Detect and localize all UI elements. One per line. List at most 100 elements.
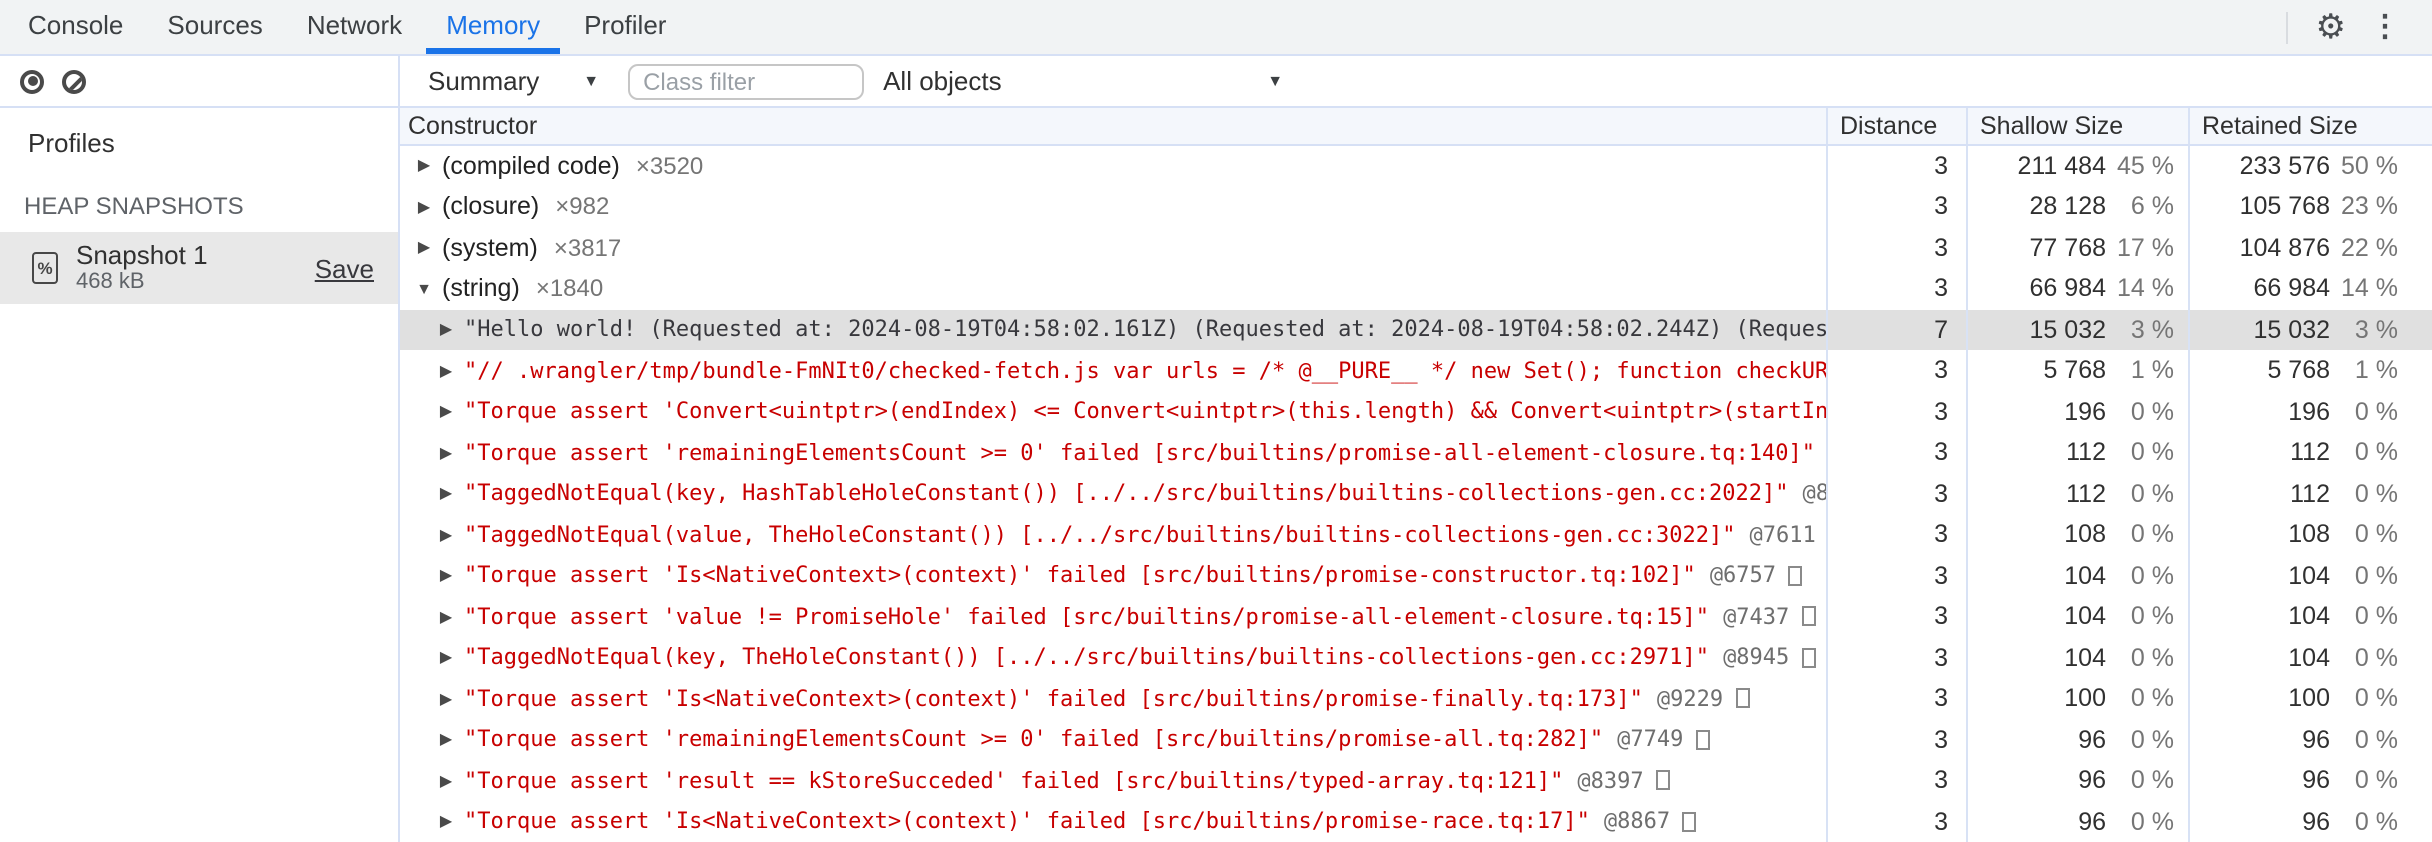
retained-size-percent: 1 %	[2354, 356, 2398, 385]
object-id: @8	[1802, 480, 1826, 507]
table-row[interactable]: ▶ "Torque assert 'Is<NativeContext>(conte…	[400, 555, 2432, 596]
retained-size-cell: 104 0 %	[2188, 637, 2432, 678]
table-row[interactable]: ▶ "TaggedNotEqual(key, HashTableHoleConst…	[400, 473, 2432, 514]
table-row[interactable]: ▶ (closure) ×982 3 28 128 6 % 105 768 23 %	[400, 186, 2432, 227]
expand-triangle-icon[interactable]: ▶	[436, 608, 456, 626]
clear-profiles-icon[interactable]	[62, 69, 86, 93]
expand-triangle-icon[interactable]: ▶	[436, 485, 456, 503]
objects-scope-select[interactable]: All objects ▼	[871, 66, 1295, 96]
reveal-object-icon[interactable]	[1801, 606, 1816, 627]
expand-triangle-icon[interactable]: ▶	[436, 731, 456, 749]
table-row[interactable]: ▼ (string) ×1840 3 66 984 14 % 66 984 14 %	[400, 268, 2432, 309]
shallow-size-value: 196	[2064, 397, 2106, 426]
table-row[interactable]: ▶ "Torque assert 'Convert<uintptr>(endInd…	[400, 391, 2432, 432]
object-id: @9229	[1656, 685, 1724, 712]
shallow-size-value: 96	[2078, 807, 2106, 836]
memory-panel-content: Profiles HEAP SNAPSHOTS % Snapshot 1 468…	[0, 108, 2432, 842]
string-value: "Torque assert 'Is<NativeContext>(contex…	[464, 562, 1696, 589]
shallow-size-cell: 15 032 3 %	[1966, 309, 2188, 350]
shallow-size-value: 66 984	[2029, 274, 2106, 303]
distance-cell: 3	[1826, 186, 1966, 227]
heap-snapshots-section-label: HEAP SNAPSHOTS	[24, 192, 244, 220]
string-value: "TaggedNotEqual(key, HashTableHoleConsta…	[464, 480, 1789, 507]
table-row[interactable]: ▶ "Torque assert 'remainingElementsCount …	[400, 432, 2432, 473]
tab-memory[interactable]: Memory	[426, 0, 561, 54]
reveal-object-icon[interactable]	[1695, 729, 1710, 750]
reveal-object-icon[interactable]	[1655, 770, 1670, 791]
reveal-object-icon[interactable]	[1682, 811, 1697, 832]
class-filter-input[interactable]	[627, 63, 864, 99]
retained-size-cell: 104 0 %	[2188, 596, 2432, 637]
shallow-size-cell: 104 0 %	[1966, 637, 2188, 678]
tab-sources[interactable]: Sources	[147, 0, 282, 54]
save-snapshot-link[interactable]: Save	[315, 253, 374, 283]
sidebar-item-snapshot-1[interactable]: % Snapshot 1 468 kB Save	[0, 232, 398, 304]
distance-cell: 3	[1826, 760, 1966, 801]
profiles-toolbar	[0, 56, 400, 106]
perspective-select[interactable]: Summary ▼	[416, 66, 611, 96]
table-row[interactable]: ▶ "TaggedNotEqual(key, TheHoleConstant())…	[400, 637, 2432, 678]
shallow-size-value: 15 032	[2029, 315, 2106, 344]
table-row[interactable]: ▶ "Torque assert 'remainingElementsCount …	[400, 719, 2432, 760]
tab-profiler[interactable]: Profiler	[564, 0, 686, 54]
kebab-menu-icon[interactable]: ⋮	[2358, 12, 2412, 42]
table-row[interactable]: ▶ "Torque assert 'value != PromiseHole' f…	[400, 596, 2432, 637]
column-header-retained-size[interactable]: Retained Size	[2188, 108, 2432, 143]
retained-size-value: 112	[2290, 438, 2330, 467]
string-value: "TaggedNotEqual(value, TheHoleConstant()…	[464, 521, 1736, 548]
snapshot-name: Snapshot 1	[76, 240, 208, 270]
table-row[interactable]: ▶ "Torque assert 'Is<NativeContext>(conte…	[400, 801, 2432, 842]
table-row[interactable]: ▶ "TaggedNotEqual(value, TheHoleConstant(…	[400, 514, 2432, 555]
table-row[interactable]: ▶ (system) ×3817 3 77 768 17 % 104 876 22 %	[400, 227, 2432, 268]
tab-network[interactable]: Network	[287, 0, 422, 54]
tab-console[interactable]: Console	[8, 0, 143, 54]
record-heap-snapshot-icon[interactable]	[20, 69, 44, 93]
expand-triangle-icon[interactable]: ▶	[436, 649, 456, 667]
expand-triangle-icon[interactable]: ▶	[436, 567, 456, 585]
distance-cell: 3	[1826, 678, 1966, 719]
expand-triangle-icon[interactable]: ▶	[414, 198, 434, 216]
distance-cell: 3	[1826, 637, 1966, 678]
reveal-object-icon[interactable]	[1801, 647, 1816, 668]
expand-triangle-icon[interactable]: ▶	[414, 239, 434, 257]
retained-size-value: 104 876	[2239, 233, 2330, 262]
expand-triangle-icon[interactable]: ▶	[436, 772, 456, 790]
retained-size-value: 108	[2288, 520, 2330, 549]
expand-triangle-icon[interactable]: ▶	[436, 321, 456, 339]
table-row[interactable]: ▶ "// .wrangler/tmp/bundle-FmNIt0/checked…	[400, 350, 2432, 391]
gear-icon[interactable]: ⚙	[2304, 10, 2359, 44]
column-header-shallow-size[interactable]: Shallow Size	[1966, 108, 2188, 143]
shallow-size-percent: 0 %	[2130, 807, 2174, 836]
shallow-size-value: 108	[2064, 520, 2106, 549]
expand-triangle-icon[interactable]: ▶	[436, 444, 456, 462]
constructor-cell: ▶ "TaggedNotEqual(key, TheHoleConstant())…	[400, 637, 1826, 678]
expand-triangle-icon[interactable]: ▶	[436, 362, 456, 380]
reveal-object-icon[interactable]	[1788, 565, 1803, 586]
retained-size-cell: 96 0 %	[2188, 719, 2432, 760]
column-header-constructor[interactable]: Constructor	[400, 108, 1826, 143]
constructor-cell: ▶ "Torque assert 'Is<NativeContext>(conte…	[400, 678, 1826, 719]
constructor-cell: ▼ (string) ×1840	[400, 268, 1826, 309]
expand-triangle-icon[interactable]: ▶	[436, 690, 456, 708]
retained-size-percent: 0 %	[2354, 397, 2398, 426]
perspective-value: Summary	[428, 66, 540, 96]
constructor-cell: ▶ "Torque assert 'remainingElementsCount …	[400, 719, 1826, 760]
expand-triangle-icon[interactable]: ▶	[414, 157, 434, 175]
expand-triangle-icon[interactable]: ▶	[436, 403, 456, 421]
table-row[interactable]: ▶ "Torque assert 'result == kStoreSuccede…	[400, 760, 2432, 801]
column-header-distance[interactable]: Distance	[1826, 108, 1966, 143]
table-row[interactable]: ▶ "Torque assert 'Is<NativeContext>(conte…	[400, 678, 2432, 719]
shallow-size-cell: 96 0 %	[1966, 719, 2188, 760]
object-id: @8945	[1723, 644, 1790, 671]
retained-size-cell: 108 0 %	[2188, 514, 2432, 555]
retained-size-percent: 0 %	[2354, 725, 2398, 754]
reveal-object-icon[interactable]	[1735, 688, 1750, 709]
table-row[interactable]: ▶ (compiled code) ×3520 3 211 484 45 % 233 576…	[400, 145, 2432, 186]
shallow-size-cell: 104 0 %	[1966, 596, 2188, 637]
retained-size-value: 104	[2288, 561, 2330, 590]
shallow-size-value: 100	[2064, 684, 2106, 713]
collapse-triangle-icon[interactable]: ▼	[414, 280, 434, 298]
expand-triangle-icon[interactable]: ▶	[436, 526, 456, 544]
table-row[interactable]: ▶ "Hello world! (Requested at: 2024-08-19…	[400, 309, 2432, 350]
expand-triangle-icon[interactable]: ▶	[436, 813, 456, 831]
